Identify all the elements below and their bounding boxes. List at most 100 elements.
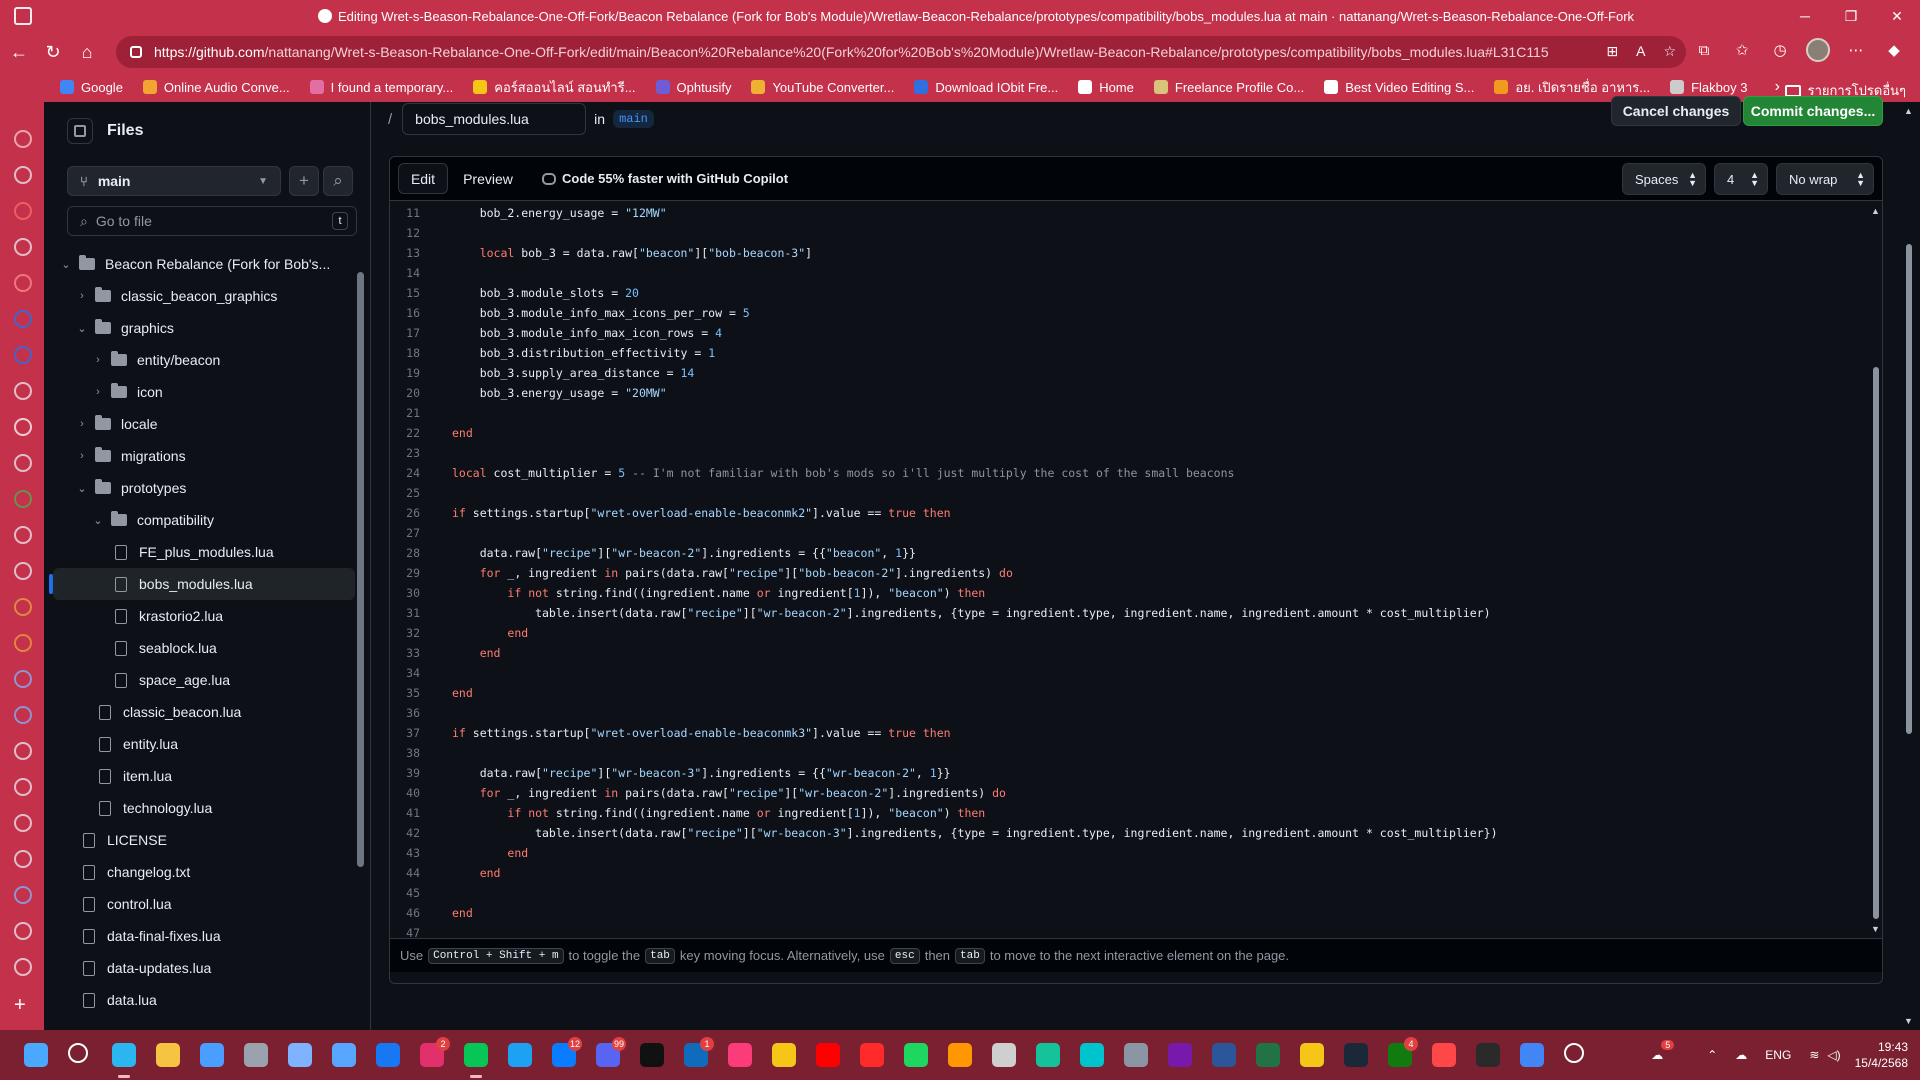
add-file-button[interactable]: + (289, 166, 319, 196)
tree-folder[interactable]: ⌄ compatibility (53, 504, 355, 536)
language-indicator[interactable]: ENG (1765, 1048, 1791, 1062)
scrollbar-thumb[interactable] (357, 272, 364, 867)
code-text-area[interactable]: 11 bob_2.energy_usage = "12MW" 12 13 local… (390, 202, 1874, 938)
bookmark-item[interactable]: I found a temporary... (309, 80, 453, 95)
canva-icon[interactable] (1080, 1043, 1104, 1067)
volume-icon[interactable]: ◁) (1827, 1048, 1840, 1062)
bookmark-item[interactable]: Download IObit Fre... (914, 80, 1058, 95)
show-hidden-icons-chevron-icon[interactable]: ⌃ (1707, 1048, 1717, 1062)
side-panel-app-icon[interactable] (14, 814, 32, 832)
code-line[interactable]: 39 data.raw["recipe"]["wr-beacon-3"].ing… (390, 763, 1874, 783)
code-line[interactable]: 30 if not string.find((ingredient.name o… (390, 583, 1874, 603)
xbox-icon[interactable]: 4 (1388, 1037, 1418, 1067)
instagram-icon[interactable]: 2 (420, 1037, 450, 1067)
settings-icon[interactable] (244, 1043, 268, 1067)
search-files-button[interactable]: ⌕ (323, 166, 353, 196)
wrap-mode-select[interactable]: No wrap ▲ ▼ (1776, 163, 1874, 195)
page-scrollbar[interactable]: ▲ ▼ (1902, 102, 1916, 1030)
indent-mode-select[interactable]: Spaces ▲ ▼ (1622, 163, 1706, 195)
chevron-down-icon[interactable]: ⌄ (75, 322, 89, 335)
code-line[interactable]: 28 data.raw["recipe"]["wr-beacon-2"].ing… (390, 543, 1874, 563)
chevron-right-icon[interactable]: › (91, 354, 105, 366)
epic-games-icon[interactable] (1476, 1043, 1500, 1067)
search-icon[interactable] (68, 1043, 88, 1063)
code-line[interactable]: 20 bob_3.energy_usage = "20MW" (390, 383, 1874, 403)
code-line[interactable]: 29 for _, ingredient in pairs(data.raw["… (390, 563, 1874, 583)
line-icon[interactable] (464, 1043, 488, 1078)
favorites-icon[interactable]: ✩ (1728, 36, 1756, 64)
side-panel-app-icon[interactable] (14, 490, 32, 508)
refresh-button[interactable]: ↻ (36, 36, 70, 68)
file-explorer-icon[interactable] (156, 1043, 180, 1067)
code-line[interactable]: 12 (390, 223, 1874, 243)
filename-input[interactable] (402, 103, 587, 135)
calculator-icon[interactable] (1124, 1043, 1148, 1067)
code-line[interactable]: 32 end (390, 623, 1874, 643)
code-line[interactable]: 22 end (390, 423, 1874, 443)
tree-folder[interactable]: ⌄ Beacon Rebalance (Fork for Bob's... (53, 248, 355, 280)
discord-icon[interactable]: 99 (596, 1037, 626, 1067)
plex-icon[interactable] (1300, 1043, 1324, 1067)
grammarly-icon[interactable] (1036, 1043, 1060, 1067)
code-line[interactable]: 46 end (390, 903, 1874, 923)
site-info-icon[interactable] (130, 46, 142, 58)
bookmark-item[interactable]: Home (1078, 80, 1134, 95)
side-panel-app-icon[interactable] (14, 310, 32, 328)
url-text[interactable]: https://github.com/nattanang/Wret-s-Beas… (154, 44, 1549, 60)
code-line[interactable]: 19 bob_3.supply_area_distance = 14 (390, 363, 1874, 383)
code-line[interactable]: 25 (390, 483, 1874, 503)
cancel-changes-button[interactable]: Cancel changes (1611, 96, 1741, 126)
side-panel-app-icon[interactable] (14, 742, 32, 760)
code-line[interactable]: 26 if settings.startup["wret-overload-ena… (390, 503, 1874, 523)
tree-file[interactable]: seablock.lua (53, 632, 355, 664)
davinci-icon[interactable] (992, 1043, 1016, 1067)
code-line[interactable]: 18 bob_3.distribution_effectivity = 1 (390, 343, 1874, 363)
branch-badge[interactable]: main (613, 110, 654, 128)
side-panel-app-icon[interactable] (14, 238, 32, 256)
scrollbar-thumb[interactable] (1873, 367, 1879, 919)
tree-file[interactable]: entity.lua (53, 728, 355, 760)
tree-folder[interactable]: ⌄ graphics (53, 312, 355, 344)
commit-changes-button[interactable]: Commit changes... (1743, 96, 1883, 126)
chevron-down-icon[interactable]: ⌄ (75, 482, 89, 495)
collapse-file-tree-button[interactable] (67, 118, 93, 144)
word-icon[interactable] (1212, 1043, 1236, 1067)
chrome-icon[interactable] (1520, 1043, 1544, 1067)
tree-folder[interactable]: › icon (53, 376, 355, 408)
code-line[interactable]: 40 for _, ingredient in pairs(data.raw["… (390, 783, 1874, 803)
extensions-icon[interactable]: ⧉ (1690, 36, 1718, 64)
side-panel-app-icon[interactable] (14, 274, 32, 292)
app-available-icon[interactable]: ⊞ (1606, 43, 1618, 60)
bookmark-item[interactable]: Freelance Profile Co... (1153, 80, 1304, 95)
start-icon[interactable] (24, 1043, 48, 1067)
code-line[interactable]: 41 if not string.find((ingredient.name o… (390, 803, 1874, 823)
code-line[interactable]: 38 (390, 743, 1874, 763)
bookmark-item[interactable]: Flakboy 3 (1670, 80, 1747, 95)
wifi-icon[interactable]: ≋ (1809, 1048, 1819, 1062)
scroll-up-icon[interactable]: ▲ (1904, 106, 1913, 116)
tree-file[interactable]: bobs_modules.lua (49, 568, 355, 600)
history-icon[interactable]: ◷ (1766, 36, 1794, 64)
tree-file[interactable]: krastorio2.lua (53, 600, 355, 632)
code-line[interactable]: 33 end (390, 643, 1874, 663)
copilot-icon[interactable] (288, 1043, 312, 1067)
code-line[interactable]: 15 bob_3.module_slots = 20 (390, 283, 1874, 303)
restore-button[interactable]: ❐ (1828, 0, 1874, 32)
side-panel-app-icon[interactable] (14, 598, 32, 616)
steam-icon[interactable] (1344, 1043, 1368, 1067)
tree-folder[interactable]: ⌄ prototypes (53, 472, 355, 504)
side-panel-app-icon[interactable] (14, 778, 32, 796)
youtube-music-icon[interactable] (860, 1043, 884, 1067)
tree-file[interactable]: space_age.lua (53, 664, 355, 696)
side-panel-app-icon[interactable] (14, 382, 32, 400)
onedrive-icon[interactable]: ☁ 5 (1651, 1040, 1675, 1062)
bookmark-item[interactable]: คอร์สออนไลน์ สอนทำรี... (473, 77, 636, 98)
messenger-icon[interactable]: 12 (552, 1037, 582, 1067)
scroll-up-icon[interactable]: ▲ (1871, 206, 1880, 216)
bookmark-item[interactable]: อย. เปิดรายชื่อ อาหาร... (1494, 77, 1650, 98)
tree-file[interactable]: control.lua (53, 888, 355, 920)
side-panel-app-icon[interactable] (14, 166, 32, 184)
clock[interactable]: 19:43 15/4/2568 (1855, 1039, 1908, 1071)
tree-folder[interactable]: › classic_beacon_graphics (53, 280, 355, 312)
read-aloud-icon[interactable]: A (1636, 43, 1645, 60)
